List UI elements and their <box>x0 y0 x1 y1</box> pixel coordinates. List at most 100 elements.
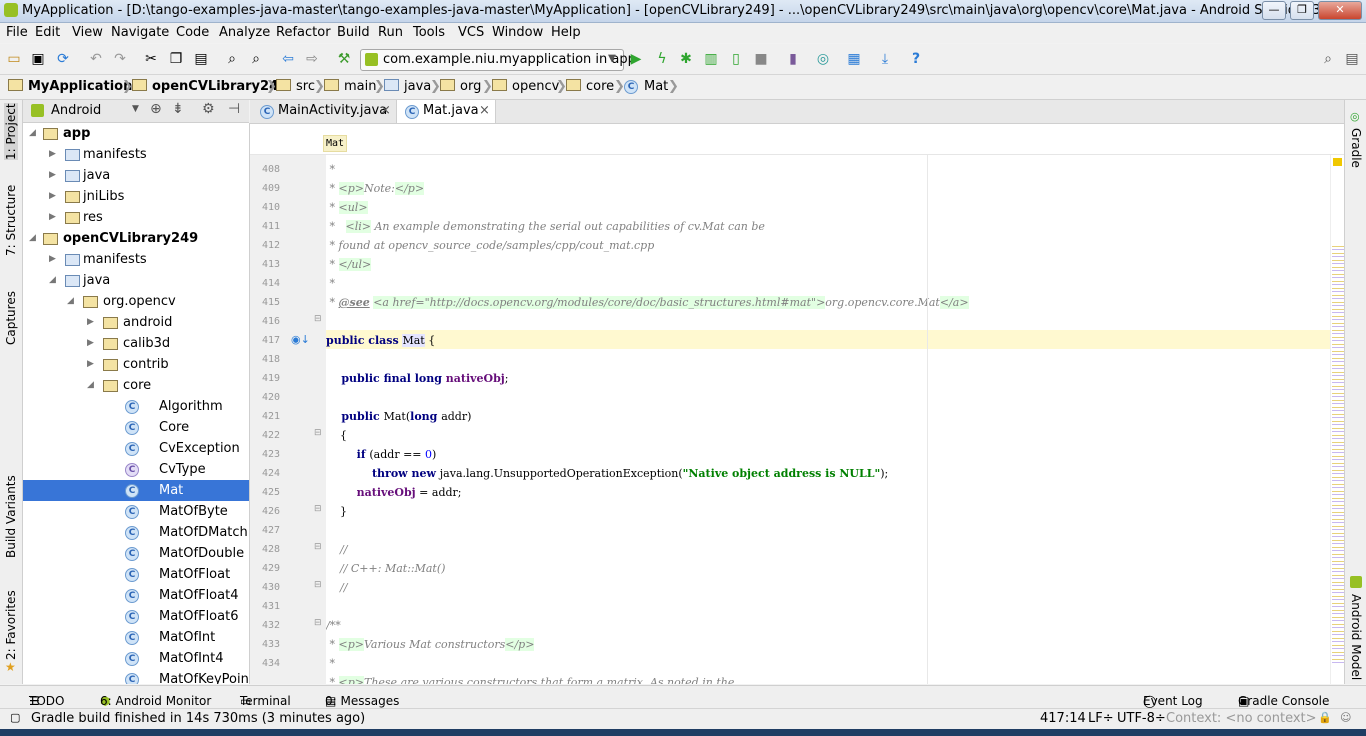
menu-vcs[interactable]: VCS <box>458 25 484 40</box>
tool-tab-captures[interactable]: Captures <box>4 291 18 345</box>
tree-item-package[interactable]: ▶ contrib <box>23 354 249 375</box>
tree-item-class[interactable]: C MatOfFloat <box>23 564 249 585</box>
replace-icon[interactable]: ⌕ <box>248 51 264 67</box>
menu-file[interactable]: File <box>6 25 28 40</box>
tree-item-package[interactable]: ▶ android <box>23 312 249 333</box>
menu-tools[interactable]: Tools <box>413 25 445 40</box>
forward-icon[interactable]: ⇨ <box>304 51 320 67</box>
layout-icon[interactable]: ▤ <box>1344 51 1360 67</box>
nav-crumb-core[interactable]: core <box>566 79 614 94</box>
chevron-down-icon[interactable]: ▼ <box>132 104 139 114</box>
tree-item-class[interactable]: C Algorithm <box>23 396 249 417</box>
tree-item-class[interactable]: C MatOfInt <box>23 627 249 648</box>
search-everywhere-icon[interactable]: ⌕ <box>1320 51 1336 67</box>
tree-item-package[interactable]: ◢ core <box>23 375 249 396</box>
status-toggle-icon[interactable]: ▢ <box>10 711 20 724</box>
lock-icon[interactable]: 🔒 <box>1318 711 1332 724</box>
tool-tab-favorites[interactable]: 2: Favorites <box>4 590 18 660</box>
tree-item-opencvlibrary[interactable]: ◢ openCVLibrary249 <box>23 228 249 249</box>
hide-panel-icon[interactable]: ⊣ <box>228 101 240 117</box>
tree-item-java[interactable]: ◢ java <box>23 270 249 291</box>
breadcrumb-class[interactable]: Mat <box>323 135 348 152</box>
tool-tab-build-variants[interactable]: Build Variants <box>4 475 18 558</box>
tree-item-class[interactable]: C MatOfDMatch <box>23 522 249 543</box>
fold-icon[interactable]: ⊟ <box>314 428 322 438</box>
tree-item-manifests[interactable]: ▶ manifests <box>23 144 249 165</box>
profile-icon[interactable]: ▥ <box>703 51 719 67</box>
tree-item-class[interactable]: C MatOfDouble <box>23 543 249 564</box>
menu-analyze[interactable]: Analyze <box>219 25 270 40</box>
tree-item-jnilibs[interactable]: ▶ jniLibs <box>23 186 249 207</box>
cut-icon[interactable]: ✂ <box>143 51 159 67</box>
tree-item-class[interactable]: C CvException <box>23 438 249 459</box>
menu-window[interactable]: Window <box>492 25 543 40</box>
fold-icon[interactable]: ⊟ <box>314 314 322 324</box>
close-button[interactable]: ✕ <box>1318 1 1362 20</box>
menu-view[interactable]: View <box>72 25 103 40</box>
gear-icon[interactable]: ⚙ <box>202 101 215 117</box>
help-icon[interactable]: ? <box>908 51 924 67</box>
find-icon[interactable]: ⌕ <box>224 51 240 67</box>
menu-edit[interactable]: Edit <box>35 25 60 40</box>
override-marker-icon[interactable]: ◉↓ <box>291 333 310 346</box>
minimize-button[interactable]: — <box>1262 1 1286 20</box>
tree-item-class[interactable]: C MatOfFloat4 <box>23 585 249 606</box>
project-view-select[interactable]: Android <box>51 103 101 118</box>
close-tab-icon[interactable]: × <box>380 100 391 122</box>
menu-refactor[interactable]: Refactor <box>276 25 331 40</box>
tab-mat[interactable]: C Mat.java × <box>396 100 496 123</box>
make-project-icon[interactable]: ⚒ <box>336 51 352 67</box>
fold-icon[interactable]: ⊟ <box>314 504 322 514</box>
tool-tab-structure[interactable]: 7: Structure <box>4 185 18 256</box>
line-separator[interactable]: LF÷ <box>1088 711 1114 726</box>
menu-build[interactable]: Build <box>337 25 370 40</box>
collapse-all-icon[interactable]: ⇟ <box>172 101 184 117</box>
file-encoding[interactable]: UTF-8÷ <box>1117 711 1166 726</box>
undo-icon[interactable]: ↶ <box>88 51 104 67</box>
maximize-button[interactable]: ❐ <box>1290 1 1314 20</box>
paste-icon[interactable]: ▤ <box>193 51 209 67</box>
error-stripe[interactable] <box>1330 155 1345 684</box>
tree-item-app[interactable]: ◢ app <box>23 123 249 144</box>
redo-icon[interactable]: ↷ <box>112 51 128 67</box>
sync-gradle-icon[interactable]: ◎ <box>815 51 831 67</box>
back-icon[interactable]: ⇦ <box>280 51 296 67</box>
caret-position[interactable]: 417:14 <box>1040 711 1086 726</box>
fold-icon[interactable]: ⊟ <box>314 618 322 628</box>
nav-crumb-project[interactable]: MyApplication <box>8 79 132 94</box>
tree-item-class[interactable]: C Core <box>23 417 249 438</box>
tree-item-class-selected[interactable]: C Mat <box>23 480 249 501</box>
run-configuration-select[interactable]: com.example.niu.myapplication in app ▼ <box>360 49 636 71</box>
tree-item-manifests[interactable]: ▶ manifests <box>23 249 249 270</box>
tree-item-class[interactable]: C CvType <box>23 459 249 480</box>
nav-crumb-module[interactable]: openCVLibrary249 <box>132 79 287 94</box>
code-editor[interactable]: * * <p>Note:</p> * <ul> * <li> An exampl… <box>326 155 1330 684</box>
tree-item-package[interactable]: ▶ calib3d <box>23 333 249 354</box>
avd-manager-icon[interactable]: ▮ <box>785 51 801 67</box>
tree-item-class[interactable]: C MatOfInt4 <box>23 648 249 669</box>
stop-icon[interactable]: ■ <box>753 51 769 67</box>
nav-crumb-mat[interactable]: C Mat <box>624 79 668 94</box>
menu-navigate[interactable]: Navigate <box>111 25 169 40</box>
copy-icon[interactable]: ❐ <box>168 51 184 67</box>
tool-tab-gradle[interactable]: Gradle <box>1349 128 1363 168</box>
tab-mainactivity[interactable]: C MainActivity.java × <box>256 100 394 123</box>
fold-icon[interactable]: ⊟ <box>314 542 322 552</box>
tool-tab-android-model[interactable]: Android Model <box>1349 594 1363 680</box>
status-message[interactable]: Gradle build finished in 14s 730ms (3 mi… <box>31 711 365 726</box>
tree-item-class[interactable]: C MatOfFloat6 <box>23 606 249 627</box>
nav-crumb-src[interactable]: src <box>276 79 315 94</box>
scroll-from-source-icon[interactable]: ⊕ <box>150 101 162 117</box>
tree-item-class[interactable]: C MatOfKeyPoint <box>23 669 249 684</box>
sync-icon[interactable]: ⟳ <box>55 51 71 67</box>
warning-marker[interactable] <box>1333 158 1342 166</box>
apply-changes-icon[interactable]: ϟ <box>654 51 670 67</box>
open-folder-icon[interactable]: ▭ <box>6 51 22 67</box>
tree-item-res[interactable]: ▶ res <box>23 207 249 228</box>
inspector-icon[interactable]: ☺ <box>1340 711 1351 724</box>
fold-icon[interactable]: ⊟ <box>314 580 322 590</box>
project-structure-icon[interactable]: ▦ <box>846 51 862 67</box>
nav-crumb-org[interactable]: org <box>440 79 481 94</box>
menu-run[interactable]: Run <box>378 25 403 40</box>
save-icon[interactable]: ▣ <box>30 51 46 67</box>
